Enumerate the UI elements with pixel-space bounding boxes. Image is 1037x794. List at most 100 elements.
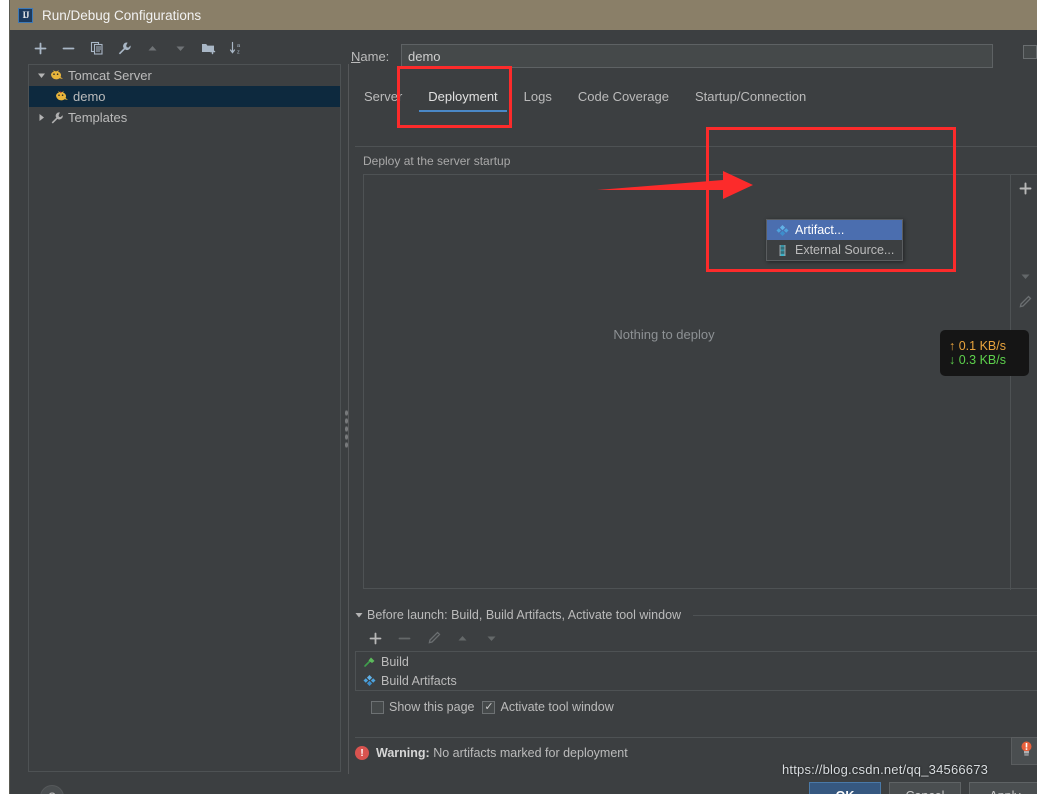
wrench-icon[interactable] <box>116 40 133 57</box>
configurations-toolbar: a z <box>18 34 343 62</box>
edit-deployment-button[interactable] <box>1011 289 1037 315</box>
network-download-row: ↓ 0.3 KB/s <box>949 353 1029 367</box>
activate-tool-window-checkbox[interactable]: Activate tool window <box>482 700 614 714</box>
svg-text:a: a <box>237 43 241 49</box>
artifact-icon <box>360 674 378 687</box>
remove-task-button[interactable] <box>396 630 413 647</box>
arrow-up-icon: ↑ <box>949 339 956 353</box>
remove-configuration-button[interactable] <box>60 40 77 57</box>
dialog-button-row: OK Cancel Apply <box>351 782 1037 794</box>
help-button[interactable]: ? <box>40 785 64 794</box>
deployment-empty-text: Nothing to deploy <box>613 327 715 342</box>
before-launch-options: Show this page Activate tool window <box>355 700 1037 714</box>
name-input[interactable] <box>401 44 993 68</box>
warning-prefix: Warning: <box>376 746 430 760</box>
watermark: https://blog.csdn.net/qq_34566673 <box>782 762 989 777</box>
task-label: Build <box>381 654 409 669</box>
tab-startup-connection[interactable]: Startup/Connection <box>682 89 819 112</box>
background-bottom-white <box>0 771 9 794</box>
configuration-editor-panel: Name: Server Deployment Logs Code Covera… <box>351 34 1037 794</box>
deployment-section: Deploy at the server startup Nothing to … <box>355 152 1037 594</box>
move-down-button[interactable] <box>172 40 189 57</box>
name-label: Name: <box>351 48 390 64</box>
cancel-button[interactable]: Cancel <box>889 782 961 794</box>
background-left-strip <box>0 0 9 794</box>
deployment-list[interactable]: Nothing to deploy Artifact... External S… <box>363 174 1037 590</box>
artifact-icon <box>773 224 791 237</box>
warning-divider <box>355 737 1037 738</box>
hammer-icon <box>360 655 378 668</box>
configurations-panel: a z Tomcat Server demo Templates <box>18 34 343 794</box>
intention-bulb-button[interactable] <box>1011 737 1037 765</box>
task-row-build[interactable]: Build <box>356 652 1037 671</box>
add-deployment-popup-menu[interactable]: Artifact... External Source... <box>766 219 903 261</box>
tab-server[interactable]: Server <box>351 89 415 112</box>
network-speed-widget: ↑ 0.1 KB/s ↓ 0.3 KB/s <box>940 330 1029 376</box>
chevron-down-icon[interactable] <box>35 71 48 80</box>
tree-item-label: demo <box>73 89 106 104</box>
add-task-button[interactable] <box>367 630 384 647</box>
chevron-right-icon[interactable] <box>35 113 48 122</box>
tree-item-label: Tomcat Server <box>68 68 152 83</box>
tomcat-icon <box>53 90 70 103</box>
tab-logs[interactable]: Logs <box>511 89 565 112</box>
sort-az-icon[interactable]: a z <box>228 40 245 57</box>
checkbox-box[interactable] <box>371 700 384 714</box>
chevron-down-icon[interactable] <box>355 611 363 619</box>
popup-item-artifact[interactable]: Artifact... <box>767 220 902 240</box>
network-upload-value: 0.1 KB/s <box>958 339 1006 353</box>
move-task-down-button[interactable] <box>483 630 500 647</box>
dialog-title: Run/Debug Configurations <box>42 7 202 23</box>
checkbox-box[interactable] <box>482 700 496 714</box>
add-configuration-button[interactable] <box>32 40 49 57</box>
tree-item-demo[interactable]: demo <box>29 86 340 107</box>
ok-button[interactable]: OK <box>809 782 881 794</box>
popup-item-label: External Source... <box>795 243 895 257</box>
lightbulb-icon <box>1019 740 1034 762</box>
task-row-build-artifacts[interactable]: Build Artifacts <box>356 671 1037 690</box>
tree-item-tomcat-server[interactable]: Tomcat Server <box>29 65 340 86</box>
error-icon: ! <box>355 746 369 760</box>
name-row: Name: <box>351 42 1037 70</box>
dialog-body: a z Tomcat Server demo Templates Name: d… <box>10 30 1037 794</box>
before-launch-rule <box>693 614 1037 616</box>
tree-item-templates[interactable]: Templates <box>29 107 340 128</box>
copy-configuration-button[interactable] <box>88 40 105 57</box>
before-launch-toolbar <box>355 625 1037 651</box>
show-this-page-checkbox[interactable]: Show this page <box>371 700 474 714</box>
checkbox-label: Activate tool window <box>500 700 614 714</box>
run-debug-configurations-dialog: IJ Run/Debug Configurations a z Tomcat S… <box>9 0 1037 794</box>
move-down-deployment-button[interactable] <box>1011 263 1037 289</box>
before-launch-task-list[interactable]: Build Build Artifacts <box>355 651 1037 691</box>
before-launch-header[interactable]: Before launch: Build, Build Artifacts, A… <box>355 608 1037 622</box>
configurations-tree[interactable]: Tomcat Server demo Templates <box>28 64 341 772</box>
tab-deployment[interactable]: Deployment <box>415 89 510 112</box>
checkbox-label: Show this page <box>389 700 475 714</box>
popup-item-external-source[interactable]: External Source... <box>767 240 902 260</box>
configuration-tabs: Server Deployment Logs Code Coverage Sta… <box>351 80 1037 112</box>
network-upload-row: ↑ 0.1 KB/s <box>949 339 1029 353</box>
deploy-caption: Deploy at the server startup <box>363 154 511 168</box>
splitter-grip[interactable] <box>344 409 349 449</box>
dialog-titlebar: IJ Run/Debug Configurations <box>10 0 1037 30</box>
tabs-divider <box>355 146 1037 147</box>
external-source-icon <box>773 244 791 257</box>
edit-task-button[interactable] <box>425 630 442 647</box>
popup-item-label: Artifact... <box>795 223 845 237</box>
move-up-button[interactable] <box>144 40 161 57</box>
tab-code-coverage[interactable]: Code Coverage <box>565 89 682 112</box>
add-deployment-button[interactable] <box>1011 175 1037 201</box>
deployment-list-toolbar <box>1010 175 1037 590</box>
warning-row: ! Warning: No artifacts marked for deplo… <box>355 746 1037 760</box>
tomcat-icon <box>48 69 65 82</box>
network-download-value: 0.3 KB/s <box>958 353 1006 367</box>
panel-splitter[interactable] <box>343 64 351 774</box>
before-launch-section: Before launch: Build, Build Artifacts, A… <box>355 608 1037 714</box>
apply-button[interactable]: Apply <box>969 782 1037 794</box>
move-task-up-button[interactable] <box>454 630 471 647</box>
warning-message: No artifacts marked for deployment <box>433 746 628 760</box>
svg-text:z: z <box>237 50 240 56</box>
share-checkbox[interactable] <box>1023 45 1037 59</box>
folder-add-icon[interactable] <box>200 40 217 57</box>
warning-text: Warning: No artifacts marked for deploym… <box>376 746 628 760</box>
